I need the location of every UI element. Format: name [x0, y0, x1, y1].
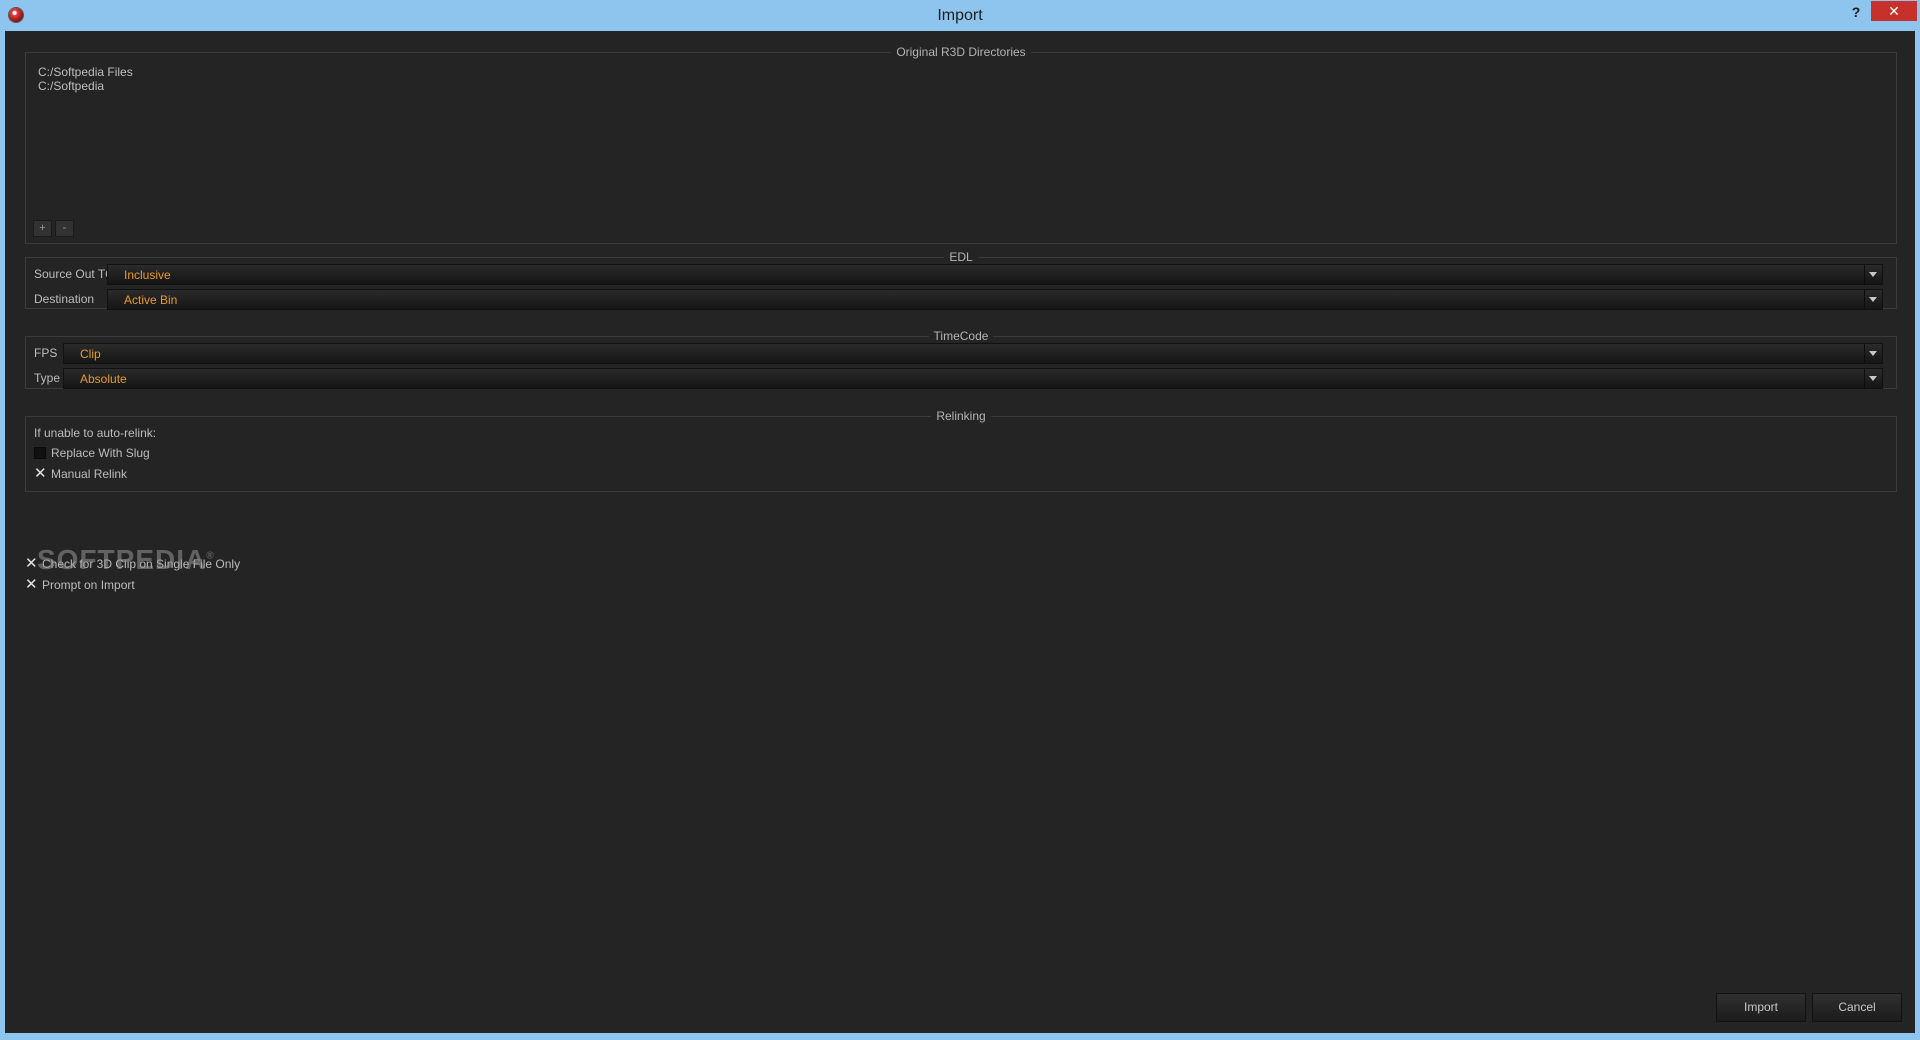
- manual-relink-checkbox[interactable]: ✕: [34, 466, 47, 481]
- timecode-group: TimeCode FPS Clip Type Absolute: [25, 329, 1897, 389]
- manual-relink-label[interactable]: Manual Relink: [51, 467, 127, 481]
- chevron-down-icon[interactable]: [1864, 369, 1882, 388]
- source-out-tc-label: Source Out TC: [34, 267, 114, 281]
- directory-list-item[interactable]: C:/Softpedia Files: [38, 65, 133, 79]
- type-dropdown[interactable]: Absolute: [63, 368, 1883, 389]
- prompt-on-import-label[interactable]: Prompt on Import: [42, 578, 135, 592]
- destination-dropdown[interactable]: Active Bin: [107, 289, 1883, 310]
- add-directory-button[interactable]: +: [33, 220, 52, 237]
- title-bar: Import ? ✕: [0, 0, 1920, 31]
- timecode-group-title: TimeCode: [928, 329, 994, 343]
- directories-group-title: Original R3D Directories: [891, 45, 1031, 59]
- edl-group: EDL Source Out TC Inclusive Destination …: [25, 250, 1897, 310]
- import-button[interactable]: Import: [1716, 993, 1806, 1022]
- chevron-down-icon[interactable]: [1864, 265, 1882, 284]
- softpedia-watermark: SOFTPEDIA®: [37, 544, 215, 575]
- check-3d-clip-checkbox[interactable]: ✕: [25, 556, 38, 571]
- replace-with-slug-label[interactable]: Replace With Slug: [51, 446, 150, 460]
- dialog-body: Original R3D Directories C:/Softpedia Fi…: [5, 31, 1915, 1033]
- window-title: Import: [937, 7, 983, 24]
- remove-directory-button[interactable]: -: [55, 220, 74, 237]
- close-button[interactable]: ✕: [1871, 1, 1917, 21]
- source-out-tc-value: Inclusive: [124, 268, 171, 282]
- replace-with-slug-checkbox[interactable]: [34, 447, 46, 459]
- fps-dropdown[interactable]: Clip: [63, 343, 1883, 364]
- edl-group-title: EDL: [944, 250, 978, 264]
- type-label: Type: [34, 371, 61, 385]
- cancel-button[interactable]: Cancel: [1812, 993, 1902, 1022]
- directories-group: Original R3D Directories C:/Softpedia Fi…: [25, 45, 1897, 244]
- source-out-tc-dropdown[interactable]: Inclusive: [107, 264, 1883, 285]
- prompt-on-import-checkbox[interactable]: ✕: [25, 577, 38, 592]
- fps-value: Clip: [80, 347, 101, 361]
- help-button[interactable]: ?: [1842, 2, 1870, 22]
- fps-label: FPS: [34, 346, 58, 360]
- destination-value: Active Bin: [124, 293, 178, 307]
- relinking-group-title: Relinking: [931, 409, 991, 423]
- directory-list-item[interactable]: C:/Softpedia: [38, 79, 104, 93]
- chevron-down-icon[interactable]: [1864, 344, 1882, 363]
- relinking-group: Relinking If unable to auto-relink: Repl…: [25, 409, 1897, 492]
- window-bottom-border: [0, 1033, 1920, 1040]
- type-value: Absolute: [80, 372, 127, 386]
- relink-intro-label: If unable to auto-relink:: [34, 426, 157, 440]
- destination-label: Destination: [34, 292, 95, 306]
- chevron-down-icon[interactable]: [1864, 290, 1882, 309]
